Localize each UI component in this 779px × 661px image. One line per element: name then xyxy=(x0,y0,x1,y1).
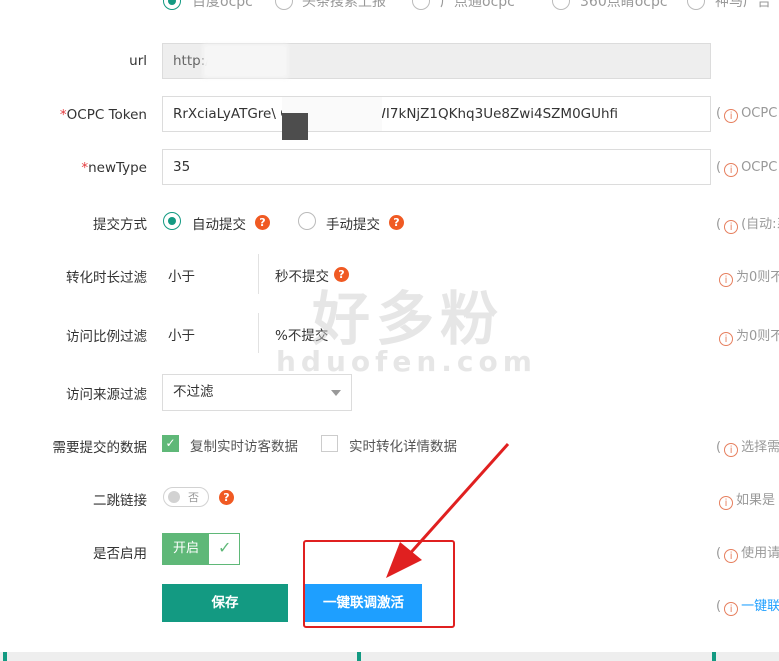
radio-baidu[interactable] xyxy=(163,0,181,10)
radio-shenma[interactable] xyxy=(687,0,705,10)
second-jump-tip: i 如果是 xyxy=(716,489,775,510)
duration-tip: i 为0则不 xyxy=(716,266,779,287)
bottom-marker xyxy=(712,652,716,661)
ocpc-token-tip: (i OCPC xyxy=(716,106,778,123)
radio-360[interactable] xyxy=(552,0,570,10)
info-icon: i xyxy=(724,163,739,177)
bottom-marker xyxy=(357,652,361,661)
enabled-label: 是否启用 xyxy=(93,546,147,562)
option-toutiao: 头条搜索上报 xyxy=(302,0,386,10)
newtype-field[interactable]: 35 xyxy=(162,149,711,185)
auto-submit-label: 自动提交 xyxy=(192,217,246,233)
second-jump-label: 二跳链接 xyxy=(93,493,147,509)
visit-ratio-prefix: 小于 xyxy=(168,328,195,344)
visit-ratio-label: 访问比例过滤 xyxy=(66,329,147,345)
submit-mode-label: 提交方式 xyxy=(93,217,147,233)
source-filter-select[interactable]: 不过滤 xyxy=(162,374,352,411)
radio-auto-submit[interactable] xyxy=(163,212,181,230)
ocpc-token-field[interactable]: RrXciaLyATGre\ Cm1PMY@GVWI7kNjZ1QKhq3Ue8… xyxy=(162,96,711,132)
radio-toutiao[interactable] xyxy=(275,0,293,10)
checkbox-realtime-visitor[interactable]: ✓ xyxy=(162,435,179,452)
option-baidu: 百度ocpc xyxy=(192,0,253,10)
visit-ratio-tip: i 为0则不 xyxy=(716,325,779,346)
option-gdt: 广点通ocpc xyxy=(440,0,515,10)
source-filter-value: 不过滤 xyxy=(173,384,214,400)
option-360: 360点睛ocpc xyxy=(580,0,668,10)
info-icon: i xyxy=(724,109,739,123)
radio-manual-submit[interactable] xyxy=(298,212,316,230)
arrow-annotation xyxy=(386,442,510,578)
info-icon: i xyxy=(724,549,739,563)
manual-submit-label: 手动提交 xyxy=(326,217,380,233)
toggle-knob xyxy=(168,491,180,503)
submit-data-label: 需要提交的数据 xyxy=(52,440,148,456)
duration-input[interactable] xyxy=(258,254,259,294)
newtype-tip: (i OCPC xyxy=(716,160,778,177)
ocpc-token-label: *OCPC Token xyxy=(59,107,147,123)
watermark-cn: 好多粉 xyxy=(312,285,505,353)
chevron-down-icon xyxy=(331,390,341,396)
redaction-blur xyxy=(203,44,288,78)
duration-filter-label: 转化时长过滤 xyxy=(66,270,147,286)
info-icon: i xyxy=(724,602,739,616)
newtype-label: *newType xyxy=(81,160,147,176)
redaction-block xyxy=(282,113,308,140)
info-icon: i xyxy=(719,273,733,287)
watermark-en: hduofen.com xyxy=(276,345,537,378)
info-icon: i xyxy=(719,332,733,346)
source-filter-label: 访问来源过滤 xyxy=(66,387,147,403)
help-icon[interactable]: ? xyxy=(219,490,234,505)
info-icon: i xyxy=(724,220,739,234)
checkbox-realtime-conversion[interactable] xyxy=(321,435,338,452)
radio-gdt[interactable] xyxy=(412,0,430,10)
bottom-marker xyxy=(3,652,7,661)
toggle-on-label: 开启 xyxy=(163,534,209,564)
url-label: url xyxy=(129,53,147,69)
option-shenma: 神马广告 xyxy=(715,0,771,10)
submit-data-tip: (i 选择需 xyxy=(716,440,779,457)
realtime-visitor-label: 复制实时访客数据 xyxy=(190,439,298,455)
submit-mode-tip: (i(自动:系 xyxy=(716,217,779,234)
save-button[interactable]: 保存 xyxy=(162,584,288,622)
visit-ratio-input[interactable] xyxy=(258,313,259,353)
help-icon[interactable]: ? xyxy=(255,215,270,230)
help-icon[interactable]: ? xyxy=(389,215,404,230)
duration-prefix: 小于 xyxy=(168,269,195,285)
enabled-toggle[interactable]: 开启 ✓ xyxy=(162,533,240,565)
activate-tip: (i 一键联 xyxy=(716,599,779,616)
second-jump-toggle[interactable]: 否 xyxy=(163,487,209,507)
enabled-tip: (i 使用请 xyxy=(716,546,779,563)
info-icon: i xyxy=(719,496,733,510)
info-icon: i xyxy=(724,443,739,457)
toggle-text: 否 xyxy=(188,491,199,504)
bottom-divider xyxy=(0,652,779,661)
check-icon: ✓ xyxy=(218,538,232,557)
